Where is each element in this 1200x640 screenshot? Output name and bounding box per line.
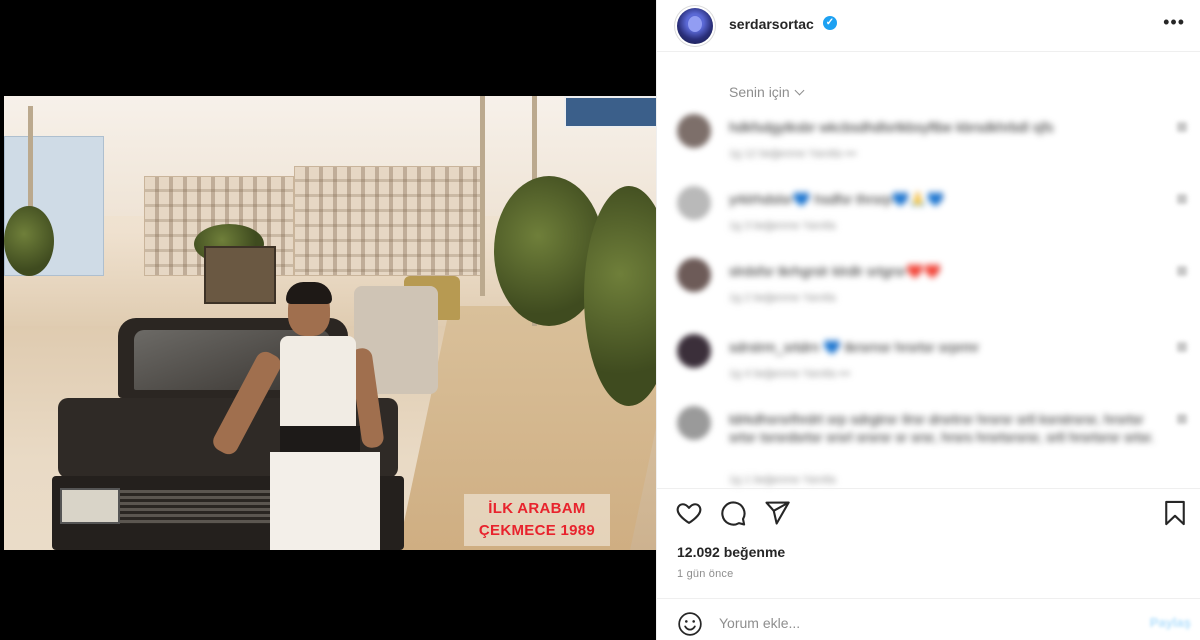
- person-hair: [286, 282, 332, 304]
- comment-item: hdkfsdgytksbr wkcbsdhdlsrtkbsyftbe kbrsd…: [677, 114, 1187, 174]
- comment-text: hdkfsdgytksbr wkcbsdhdlsrtkbsyftbe kbrsd…: [729, 119, 1054, 135]
- comment-item: slrdsfsr tkrhgrslr klrdlr srtgrsr❤️❤️ 1g…: [677, 258, 1187, 318]
- comment-text: tdrkdhsrsrlhrdrt srp sdrgtrsr Ilrsr drsr…: [729, 411, 1155, 445]
- person-pants: [270, 452, 380, 550]
- comment-like-icon[interactable]: [1177, 342, 1187, 352]
- comment-meta[interactable]: 1g 1 beğenme Yanıtla: [729, 474, 836, 486]
- comment-icon[interactable]: [719, 499, 747, 527]
- photo-person: [209, 282, 390, 550]
- comment-composer: Paylaş: [657, 598, 1200, 640]
- post-timestamp[interactable]: 1 gün önce: [677, 568, 733, 580]
- comment-meta[interactable]: 1g 4 beğenme Yanıtla •••: [729, 368, 850, 380]
- person-shirt: [280, 336, 356, 428]
- post-side-panel: serdarsortac ✓ ••• Senin için hdkfsdgytk…: [656, 0, 1200, 640]
- more-options-icon[interactable]: •••: [1163, 12, 1185, 33]
- post-header: serdarsortac ✓ •••: [657, 0, 1200, 52]
- comment-meta[interactable]: 1g 2 beğenme Yanıtla: [729, 292, 836, 304]
- likes-count[interactable]: 12.092 beğenme: [677, 544, 785, 560]
- comment-item: sdrstrm_srtdrn 💙 tkrsrnsr hrsrtsr srprmr…: [677, 334, 1187, 394]
- post-comment-button[interactable]: Paylaş: [1150, 615, 1191, 630]
- photo-billboard: [564, 96, 656, 128]
- user-avatar[interactable]: [677, 8, 713, 44]
- photo-tree: [4, 206, 54, 276]
- commenter-avatar[interactable]: [677, 114, 711, 148]
- username-link[interactable]: serdarsortac: [729, 16, 814, 32]
- commenter-avatar[interactable]: [677, 406, 711, 440]
- comment-text: sdrstrm_srtdrn 💙 tkrsrnsr hrsrtsr srprmr: [729, 339, 979, 355]
- comments-filter-dropdown[interactable]: Senin için: [729, 84, 805, 100]
- avatar-face: [688, 16, 702, 32]
- commenter-avatar[interactable]: [677, 258, 711, 292]
- comments-filter-label: Senin için: [729, 84, 790, 100]
- comment-like-icon[interactable]: [1177, 266, 1187, 276]
- comment-item: yrklrhdslsr💙 hsdfsr thrsrp💙🙏💙 1g 3 beğen…: [677, 186, 1187, 246]
- photo-pole: [480, 96, 485, 296]
- emoji-icon[interactable]: [677, 611, 703, 637]
- heart-icon[interactable]: [675, 499, 703, 527]
- comment-text: slrdsfsr tkrhgrslr klrdlr srtgrsr❤️❤️: [729, 263, 942, 279]
- verified-badge-icon: ✓: [823, 16, 837, 30]
- post-actions-bar: [657, 488, 1200, 536]
- commenter-avatar[interactable]: [677, 334, 711, 368]
- car-headlight: [60, 488, 120, 524]
- share-icon[interactable]: [763, 499, 791, 527]
- post-photo[interactable]: İLK ARABAM ÇEKMECE 1989: [4, 96, 656, 550]
- photo-building: [294, 166, 484, 276]
- commenter-avatar[interactable]: [677, 186, 711, 220]
- photo-caption-line2: ÇEKMECE 1989: [478, 522, 596, 539]
- comment-like-icon[interactable]: [1177, 414, 1187, 424]
- comment-meta[interactable]: 1g 3 beğenme Yanıtla: [729, 220, 836, 232]
- bookmark-icon[interactable]: [1161, 499, 1189, 527]
- post-media-pane: İLK ARABAM ÇEKMECE 1989: [0, 0, 656, 640]
- photo-caption-line1: İLK ARABAM: [488, 500, 586, 517]
- comment-meta[interactable]: 1g 12 beğenme Yanıtla •••: [729, 148, 856, 160]
- comment-like-icon[interactable]: [1177, 122, 1187, 132]
- person-belt: [280, 426, 360, 454]
- comment-text: yrklrhdslsr💙 hsdfsr thrsrp💙🙏💙: [729, 191, 945, 207]
- chevron-down-icon: [794, 85, 805, 96]
- comment-like-icon[interactable]: [1177, 194, 1187, 204]
- photo-caption: İLK ARABAM ÇEKMECE 1989: [464, 494, 610, 546]
- comment-input[interactable]: [719, 609, 1119, 637]
- comment-item: tdrkdhsrsrlhrdrt srp sdrgtrsr Ilrsr drsr…: [677, 406, 1187, 486]
